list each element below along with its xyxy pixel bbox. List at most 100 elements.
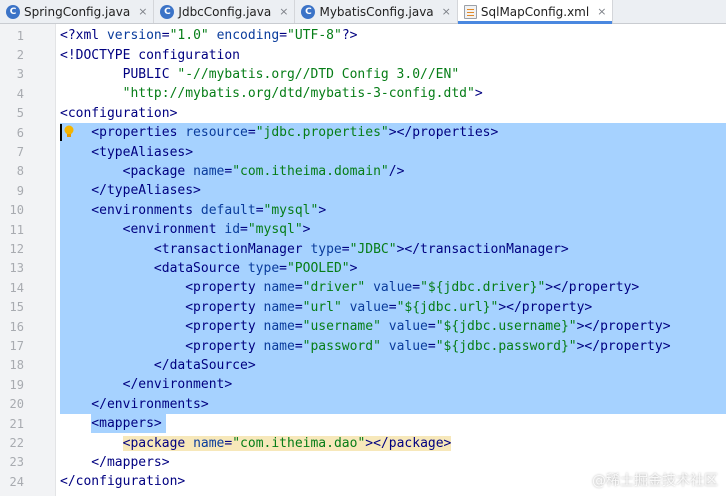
code-token-tag: <!DOCTYPE configuration xyxy=(60,47,241,63)
code-text: <environments default="mysql"> xyxy=(60,203,326,218)
close-icon[interactable]: × xyxy=(597,5,606,18)
code-token-attr: value xyxy=(388,338,428,354)
code-line[interactable]: 17 <property name="password" value="${jd… xyxy=(0,336,726,356)
code-text: <mappers> xyxy=(60,416,162,432)
code-token-tag: </mappers> xyxy=(60,454,170,470)
code-line[interactable]: 16 <property name="username" value="${jd… xyxy=(0,317,726,337)
code-token-val: "1.0" xyxy=(169,28,209,44)
code-token-val: "${jdbc.password}" xyxy=(435,338,577,354)
editor-tab-bar: C SpringConfig.java × C JdbcConfig.java × C Myb… xyxy=(0,0,726,24)
tab-jdbcconfig-java[interactable]: C JdbcConfig.java × xyxy=(154,0,296,23)
code-line[interactable]: 6 <properties resource="jdbc.properties"… xyxy=(0,123,726,143)
code-token-tag: PUBLIC xyxy=(60,66,178,82)
code-token-attr: name xyxy=(263,319,295,335)
code-token-attr: version xyxy=(106,28,162,44)
code-token-tag: <property xyxy=(60,299,264,315)
line-number: 3 xyxy=(16,67,24,82)
code-text: <package name="com.itheima.dao"></packag… xyxy=(60,435,452,451)
code-line[interactable]: 10 <environments default="mysql"> xyxy=(0,200,726,220)
line-number: 19 xyxy=(9,377,24,392)
code-line[interactable]: 15 <property name="url" value="${jdbc.ur… xyxy=(0,297,726,317)
code-text: <typeAliases> xyxy=(60,145,193,160)
code-line[interactable]: 5 <configuration> xyxy=(0,104,726,123)
code-token-tag: <mappers> xyxy=(60,416,162,432)
code-line[interactable]: 8 <package name="com.itheima.domain"/> xyxy=(0,161,726,182)
code-token-attr: default xyxy=(200,202,256,218)
close-icon[interactable]: × xyxy=(138,5,147,18)
line-number: 1 xyxy=(16,28,24,43)
code-token-val: "${jdbc.username}" xyxy=(435,319,577,335)
code-text: <environment id="mysql"> xyxy=(60,222,311,238)
line-number: 17 xyxy=(9,339,24,354)
code-token-attr: type xyxy=(310,241,342,257)
code-line[interactable]: 18 </dataSource> xyxy=(0,355,726,376)
code-line[interactable]: 7 <typeAliases> xyxy=(0,142,726,162)
line-number: 4 xyxy=(16,86,24,101)
code-line[interactable]: 11 <environment id="mysql"> xyxy=(0,220,726,240)
code-token-attr: name xyxy=(263,299,295,315)
line-number: 15 xyxy=(9,300,24,315)
intention-bulb-icon[interactable] xyxy=(63,125,75,139)
line-number: 5 xyxy=(16,106,24,121)
code-token-tag: > xyxy=(474,86,483,102)
code-text: <?xml version="1.0" encoding="UTF-8"?> xyxy=(60,28,357,43)
tab-springconfig-java[interactable]: C SpringConfig.java × xyxy=(0,0,155,23)
code-token-attr: name xyxy=(263,338,295,354)
code-text: </typeAliases> xyxy=(60,183,201,198)
code-line[interactable]: 13 <dataSource type="POOLED"> xyxy=(0,258,726,279)
code-line[interactable]: 2 <!DOCTYPE configuration xyxy=(0,45,726,64)
code-text: </environment> xyxy=(60,377,233,392)
code-token-val: "password" xyxy=(302,338,381,354)
tab-sqlmapconfig-xml[interactable]: SqlMapConfig.xml × xyxy=(457,0,614,24)
line-number: 18 xyxy=(9,358,24,373)
line-number: 22 xyxy=(9,436,24,451)
close-icon[interactable]: × xyxy=(442,5,451,18)
code-text: </environments> xyxy=(60,396,209,412)
code-line[interactable]: 9 </typeAliases> xyxy=(0,181,726,201)
code-token-tag: <property xyxy=(60,319,264,335)
code-token-val: "UTF-8" xyxy=(287,28,342,44)
line-number: 23 xyxy=(9,455,24,470)
tab-label: MybatisConfig.java xyxy=(319,4,434,19)
code-text: <dataSource type="POOLED"> xyxy=(60,261,358,276)
code-token-tag: > xyxy=(318,202,327,218)
code-line[interactable]: 21 <mappers> xyxy=(0,414,726,434)
tab-mybatisconfig-java[interactable]: C MybatisConfig.java × xyxy=(295,0,458,23)
code-line[interactable]: 3 PUBLIC "-//mybatis.org//DTD Config 3.0… xyxy=(0,65,726,84)
code-token-tag: <package xyxy=(60,163,194,179)
code-text: <property name="password" value="${jdbc.… xyxy=(60,338,670,354)
code-token-attr: id xyxy=(224,222,241,238)
line-number: 20 xyxy=(9,397,24,412)
close-icon[interactable]: × xyxy=(279,5,288,18)
code-line[interactable]: 19 </environment> xyxy=(0,375,726,395)
code-token-tag: </dataSource> xyxy=(60,357,256,373)
code-text: </configuration> xyxy=(60,474,185,489)
code-token-tag xyxy=(342,300,350,315)
tab-label: JdbcConfig.java xyxy=(178,4,272,19)
code-text: <properties resource="jdbc.properties"><… xyxy=(60,125,498,140)
code-editor[interactable]: 1 <?xml version="1.0" encoding="UTF-8"?> 2… xyxy=(0,24,726,496)
code-token-attr: resource xyxy=(185,125,248,141)
code-line[interactable]: 4 "http://mybatis.org/dtd/mybatis-3-conf… xyxy=(0,84,726,103)
line-number: 7 xyxy=(16,145,24,160)
code-token-tag: = xyxy=(240,222,248,238)
code-text: <property name="username" value="${jdbc.… xyxy=(60,319,671,335)
code-line[interactable]: 12 <transactionManager type="JDBC"></tra… xyxy=(0,239,726,259)
code-token-val: "mysql" xyxy=(263,202,319,218)
code-line[interactable]: 14 <property name="driver" value="${jdbc… xyxy=(0,278,726,298)
code-line[interactable]: 22 <package name="com.itheima.dao"></pac… xyxy=(0,433,726,452)
code-token-pi: <?xml xyxy=(60,28,107,44)
code-token-tag xyxy=(209,28,217,43)
code-text: <property name="url" value="${jdbc.url}"… xyxy=(60,300,592,315)
code-line[interactable]: 1 <?xml version="1.0" encoding="UTF-8"?> xyxy=(0,26,726,45)
code-token-tag: ></package> xyxy=(365,435,452,451)
line-number: 6 xyxy=(16,125,24,140)
code-token-val: "${jdbc.url}" xyxy=(396,299,499,315)
code-token-tag: ></transactionManager> xyxy=(396,241,569,257)
code-text: PUBLIC "-//mybatis.org//DTD Config 3.0//… xyxy=(60,66,460,82)
code-line[interactable]: 20 </environments> xyxy=(0,394,726,414)
line-number: 13 xyxy=(9,261,24,276)
code-token-tag: = xyxy=(294,338,303,354)
code-token-tag: </environments> xyxy=(60,396,209,412)
code-token-tag: ></property> xyxy=(576,319,671,335)
